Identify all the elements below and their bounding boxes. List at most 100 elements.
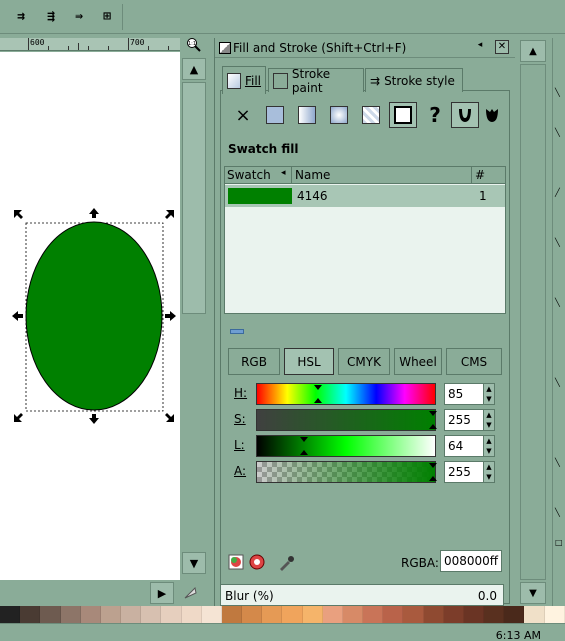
lightness-input[interactable]: 64: [444, 435, 484, 457]
tool-icon[interactable]: ╲: [555, 508, 560, 517]
tool-icon[interactable]: ╲: [555, 458, 560, 467]
align-grid-icon[interactable]: ⊞: [94, 3, 120, 29]
col-swatch[interactable]: Swatch: [227, 168, 271, 182]
blur-value[interactable]: 0.0: [478, 589, 497, 603]
dock-scroll-down-icon[interactable]: ▼: [520, 582, 546, 604]
fill-rule-evenodd-icon[interactable]: [451, 102, 479, 128]
saturation-slider[interactable]: [256, 409, 437, 431]
zoom-1-1-button[interactable]: 1:1: [184, 37, 204, 53]
palette-swatch[interactable]: [383, 606, 404, 623]
tool-icon[interactable]: ╲: [555, 88, 560, 97]
close-icon[interactable]: ✕: [495, 40, 509, 54]
swatch-icon[interactable]: [389, 102, 417, 128]
palette-swatch[interactable]: [242, 606, 263, 623]
palette-swatch[interactable]: [403, 606, 424, 623]
mode-rgb-button[interactable]: RGB: [228, 348, 280, 375]
clock: 6:13 AM: [495, 629, 541, 641]
iconify-icon[interactable]: ◂: [473, 40, 487, 54]
palette-swatch[interactable]: [282, 606, 303, 623]
radial-gradient-icon[interactable]: [325, 102, 353, 128]
palette-swatch[interactable]: [443, 606, 464, 623]
hue-slider[interactable]: [256, 383, 436, 405]
alpha-slider[interactable]: [256, 461, 437, 483]
scroll-up-icon[interactable]: ▲: [182, 58, 206, 80]
swatch-list[interactable]: Swatch ◂ Name # 4146 1: [224, 166, 506, 314]
canvas-horizontal-scrollbar[interactable]: ▶: [0, 580, 210, 606]
lightness-slider[interactable]: [256, 435, 436, 457]
palette-swatch[interactable]: [484, 606, 505, 623]
dock-scroll-up-icon[interactable]: ▲: [520, 40, 546, 62]
rgba-input[interactable]: 008000ff: [440, 550, 502, 572]
lightness-marker-top: [300, 437, 308, 442]
palette-swatch[interactable]: [262, 606, 283, 623]
tab-stroke-paint[interactable]: Stroke paint: [268, 67, 364, 95]
tab-fill[interactable]: Fill: [222, 66, 266, 94]
scroll-down-icon[interactable]: ▼: [182, 552, 206, 574]
fill-rule-nonzero-icon[interactable]: [478, 102, 506, 128]
tool-icon[interactable]: ╱: [555, 188, 560, 197]
linear-gradient-icon[interactable]: [293, 102, 321, 128]
palette-swatch[interactable]: [201, 606, 222, 623]
palette-swatch[interactable]: [423, 606, 444, 623]
color-palette[interactable]: [0, 606, 565, 623]
palette-swatch[interactable]: [60, 606, 81, 623]
drawing-canvas[interactable]: [0, 52, 180, 580]
flat-color-icon[interactable]: [261, 102, 289, 128]
align-center-icon[interactable]: ⇶: [38, 3, 64, 29]
blur-field[interactable]: Blur (%) 0.0: [220, 584, 504, 606]
out-of-gamut-icon: [249, 554, 265, 570]
palette-swatch[interactable]: [141, 606, 162, 623]
palette-swatch[interactable]: [40, 606, 61, 623]
mode-hsl-button[interactable]: HSL: [284, 348, 334, 375]
no-paint-icon[interactable]: ×: [229, 102, 257, 128]
tool-icon[interactable]: ╲: [555, 298, 560, 307]
palette-swatch[interactable]: [342, 606, 364, 623]
dock-title-bar[interactable]: Fill and Stroke (Shift+Ctrl+F) ◂ ✕: [215, 38, 515, 58]
palette-swatch[interactable]: [463, 606, 485, 623]
fill-stroke-icon: [219, 42, 231, 54]
pattern-icon[interactable]: [357, 102, 385, 128]
hue-input[interactable]: 85: [444, 383, 484, 405]
palette-swatch[interactable]: [544, 606, 565, 623]
palette-swatch[interactable]: [322, 606, 343, 623]
tool-icon[interactable]: □: [555, 538, 563, 547]
palette-menu-icon[interactable]: [182, 585, 198, 601]
palette-swatch[interactable]: [121, 606, 142, 623]
mode-wheel-button[interactable]: Wheel: [394, 348, 442, 375]
palette-swatch[interactable]: [100, 606, 122, 623]
palette-swatch[interactable]: [181, 606, 202, 623]
alpha-input[interactable]: 255: [444, 461, 484, 483]
tool-icon[interactable]: ╲: [555, 128, 560, 137]
saturation-input[interactable]: 255: [444, 409, 484, 431]
tool-icon[interactable]: ╲: [555, 238, 560, 247]
swatch-list-header: Swatch ◂ Name #: [225, 167, 505, 184]
unset-paint-icon[interactable]: ?: [421, 102, 449, 128]
col-name[interactable]: Name: [295, 168, 330, 182]
palette-swatch[interactable]: [221, 606, 243, 623]
lightness-spinner[interactable]: ▲ ▼: [483, 435, 495, 457]
palette-swatch[interactable]: [80, 606, 101, 623]
palette-swatch[interactable]: [363, 606, 384, 623]
canvas-vertical-scrollbar[interactable]: ▲ ▼: [180, 52, 208, 580]
mode-cms-button[interactable]: CMS: [446, 348, 502, 375]
mode-cmyk-button[interactable]: CMYK: [338, 348, 390, 375]
alpha-spinner[interactable]: ▲ ▼: [483, 461, 495, 483]
scroll-right-icon[interactable]: ▶: [150, 582, 174, 604]
list-item[interactable]: 4146 1: [225, 185, 505, 207]
align-left-icon[interactable]: ⇉: [8, 3, 34, 29]
palette-swatch[interactable]: [302, 606, 323, 623]
palette-swatch[interactable]: [504, 606, 525, 623]
align-right-icon[interactable]: ⇛: [66, 3, 92, 29]
palette-swatch[interactable]: [20, 606, 41, 623]
dock-scrollbar[interactable]: [520, 64, 546, 580]
saturation-spinner[interactable]: ▲ ▼: [483, 409, 495, 431]
col-count[interactable]: #: [475, 168, 485, 182]
palette-swatch[interactable]: [524, 606, 545, 623]
tool-icon[interactable]: ╲: [555, 378, 560, 387]
tab-stroke-style[interactable]: ⇉ Stroke style: [365, 68, 463, 92]
scroll-thumb[interactable]: [182, 82, 206, 314]
hue-spinner[interactable]: ▲ ▼: [483, 383, 495, 405]
palette-swatch[interactable]: [161, 606, 182, 623]
lightness-marker-bottom: [300, 450, 308, 455]
palette-swatch[interactable]: [0, 606, 21, 623]
